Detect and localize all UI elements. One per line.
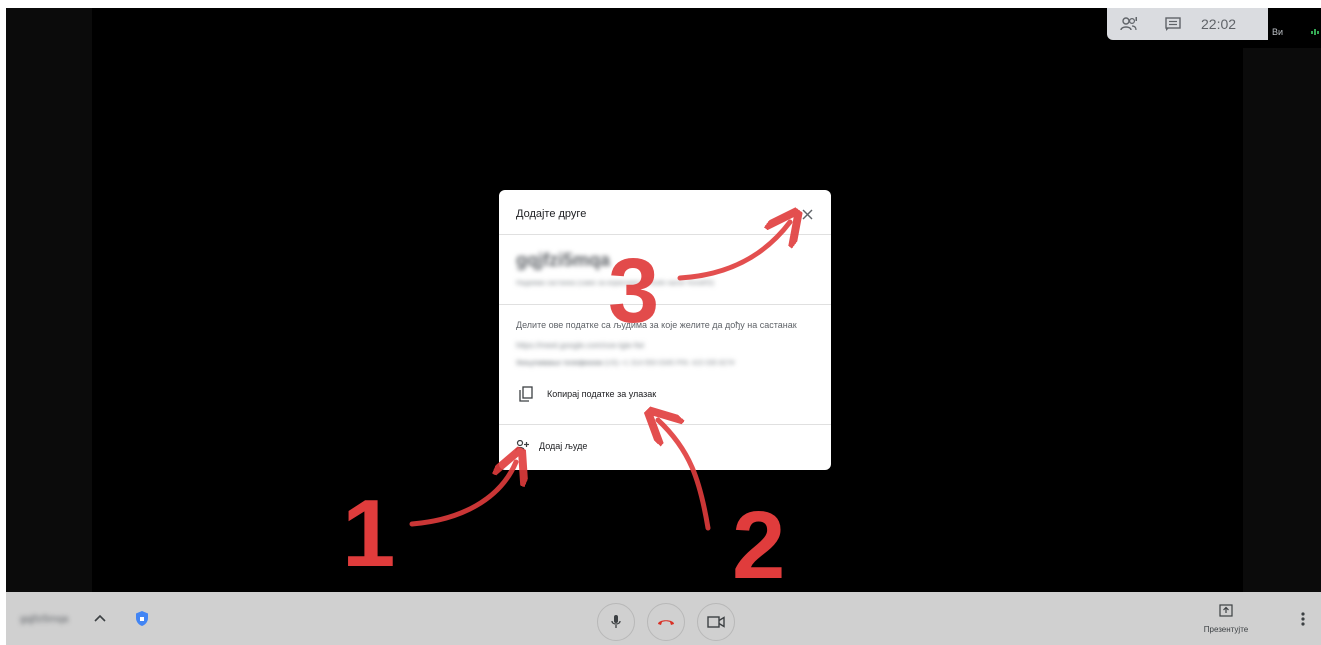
present-now-button[interactable]: Презентујте (1196, 604, 1256, 634)
more-options-icon[interactable] (1301, 612, 1305, 626)
dialog-title: Додајте друге (516, 208, 587, 220)
end-call-button[interactable] (647, 603, 685, 641)
chevron-up-icon[interactable] (94, 614, 106, 622)
add-person-icon (515, 440, 529, 451)
meeting-code: gqjfzi5mqa (516, 250, 611, 270)
hang-up-icon (658, 620, 674, 625)
phone-details: Укључивање телефоном (US) +1 314-550-034… (516, 360, 735, 367)
close-button[interactable] (799, 206, 815, 222)
chat-icon[interactable] (1151, 17, 1195, 31)
self-view-label: Ви (1272, 27, 1284, 37)
meeting-subtitle: Надимак састанка (само за кориснике G Su… (516, 280, 715, 287)
top-right-panel: 22:02 (1107, 8, 1268, 40)
microphone-icon (611, 615, 621, 628)
camera-button[interactable] (697, 603, 735, 641)
stage-left-strip (6, 8, 92, 592)
meeting-link[interactable]: https://meet.google.com/xxe-tgie-fwi (516, 341, 644, 350)
add-people-button[interactable]: Додај људе (515, 440, 587, 451)
copy-joining-info-button[interactable]: Копирај податке за улазак (519, 386, 656, 402)
divider (499, 234, 831, 235)
audio-level-icon (1311, 29, 1319, 35)
add-people-label: Додај људе (539, 440, 588, 451)
present-label: Презентујте (1203, 625, 1249, 634)
meeting-controls-bar: gqjfzi5mqa Презентујте (6, 592, 1321, 645)
close-icon (802, 209, 812, 219)
shield-icon[interactable] (135, 610, 149, 627)
share-instructions: Делите ове податке са људима за које жел… (516, 320, 797, 330)
clock-time: 22:02 (1201, 16, 1237, 32)
meeting-details-toggle[interactable]: gqjfzi5mqa (20, 614, 68, 625)
stage-right-strip (1243, 48, 1321, 592)
copy-label: Копирај податке за улазак (547, 389, 657, 399)
divider (499, 304, 831, 305)
divider (499, 424, 831, 425)
add-others-dialog: Додајте друге gqjfzi5mqa Надимак састанк… (499, 190, 831, 470)
microphone-button[interactable] (597, 603, 635, 641)
camera-icon (707, 616, 725, 628)
copy-icon (519, 386, 533, 402)
people-icon[interactable] (1107, 17, 1151, 31)
present-screen-icon (1219, 604, 1233, 617)
